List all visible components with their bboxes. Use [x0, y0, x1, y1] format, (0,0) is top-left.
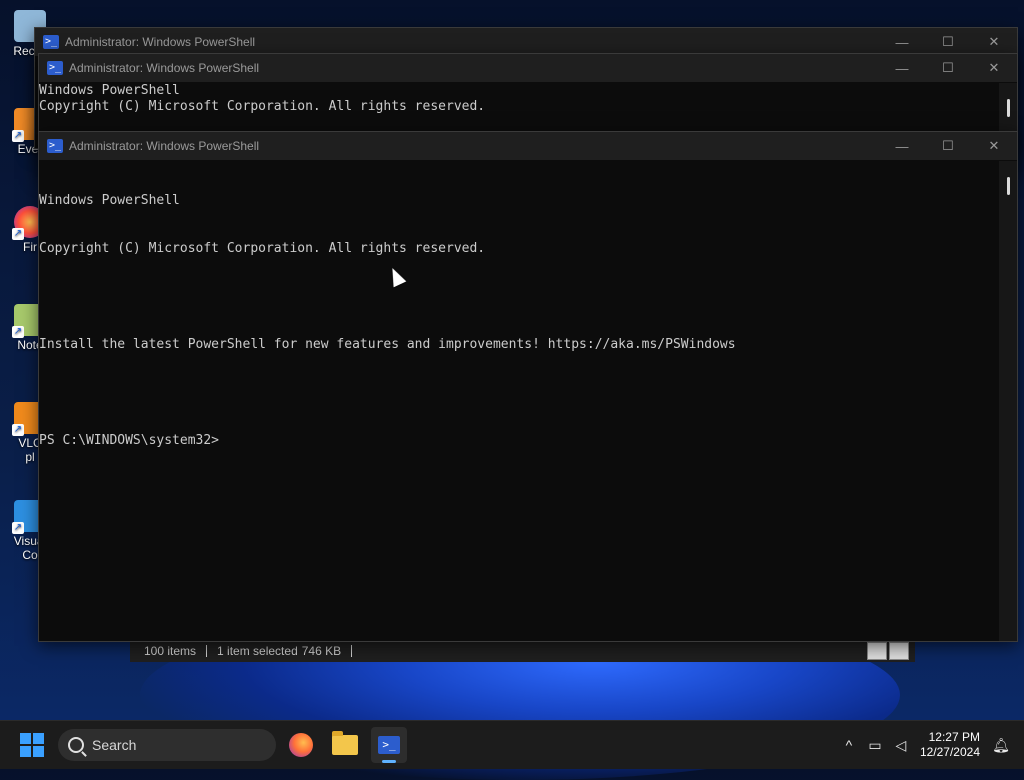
console-line: Copyright (C) Microsoft Corporation. All…: [39, 241, 486, 256]
details-view-button[interactable]: [867, 642, 887, 660]
minimize-button[interactable]: —: [879, 132, 925, 160]
scrollbar[interactable]: [999, 161, 1017, 641]
item-count: 100 items: [130, 645, 208, 657]
shortcut-arrow-icon: ↗: [12, 326, 24, 338]
search-placeholder: Search: [92, 737, 137, 753]
network-icon[interactable]: ▭: [862, 737, 888, 754]
minimize-button[interactable]: —: [879, 54, 925, 82]
close-button[interactable]: ✕: [971, 28, 1017, 56]
console-output[interactable]: Windows PowerShell Copyright (C) Microso…: [39, 161, 999, 641]
powershell-icon: >_: [43, 35, 59, 49]
maximize-button[interactable]: ☐: [925, 132, 971, 160]
scrollbar-thumb[interactable]: [1007, 177, 1010, 195]
active-indicator: [382, 760, 396, 763]
selected-count: 1 item selected: [217, 644, 298, 658]
window-title: Administrator: Windows PowerShell: [69, 139, 260, 153]
console-line: Copyright (C) Microsoft Corporation. All…: [39, 99, 486, 114]
title-bar[interactable]: >_ Administrator: Windows PowerShell — ☐…: [39, 54, 1017, 82]
powershell-window-active[interactable]: >_ Administrator: Windows PowerShell — ☐…: [38, 131, 1018, 642]
explorer-status-bar: 100 items 1 item selected 746 KB: [130, 640, 915, 662]
shortcut-arrow-icon: ↗: [12, 424, 24, 436]
volume-muted-icon[interactable]: ◁: [888, 737, 914, 754]
firefox-icon: [289, 733, 313, 757]
taskbar-app-file-explorer[interactable]: [327, 727, 363, 763]
large-icons-view-button[interactable]: [889, 642, 909, 660]
taskbar-app-powershell[interactable]: >_: [371, 727, 407, 763]
console-line: Windows PowerShell: [39, 193, 180, 208]
shortcut-arrow-icon: ↗: [12, 522, 24, 534]
close-button[interactable]: ✕: [971, 54, 1017, 82]
shortcut-arrow-icon: ↗: [12, 130, 24, 142]
powershell-icon: >_: [47, 139, 63, 153]
clock-time: 12:27 PM: [928, 730, 980, 744]
file-explorer-icon: [332, 731, 358, 755]
maximize-button[interactable]: ☐: [925, 28, 971, 56]
system-tray: ^ ▭ ◁ 12:27 PM 12/27/2024 🔔︎: [836, 721, 1024, 769]
taskbar-app-firefox[interactable]: [283, 727, 319, 763]
title-bar[interactable]: >_ Administrator: Windows PowerShell — ☐…: [39, 132, 1017, 160]
powershell-icon: >_: [47, 61, 63, 75]
search-icon: [68, 737, 84, 753]
selected-size: 746 KB: [302, 645, 353, 657]
clock-date: 12/27/2024: [919, 745, 980, 759]
window-controls: — ☐ ✕: [879, 28, 1017, 56]
powershell-icon: >_: [378, 736, 400, 754]
clock[interactable]: 12:27 PM 12/27/2024: [920, 730, 980, 760]
console-line: Install the latest PowerShell for new fe…: [39, 337, 736, 352]
console-prompt[interactable]: PS C:\WINDOWS\system32>: [39, 433, 999, 449]
title-bar[interactable]: >_ Administrator: Windows PowerShell — ☐…: [35, 28, 1017, 56]
start-button[interactable]: [20, 733, 44, 757]
close-button[interactable]: ✕: [971, 132, 1017, 160]
notification-bell-icon[interactable]: 🔔︎: [988, 737, 1014, 754]
minimize-button[interactable]: —: [879, 28, 925, 56]
console-line: Windows PowerShell: [39, 83, 180, 98]
view-toggle: [867, 642, 909, 660]
window-controls: — ☐ ✕: [879, 132, 1017, 160]
shortcut-arrow-icon: ↗: [12, 228, 24, 240]
chevron-up-icon[interactable]: ^: [836, 737, 862, 753]
window-title: Administrator: Windows PowerShell: [65, 35, 256, 49]
window-title: Administrator: Windows PowerShell: [69, 61, 260, 75]
scrollbar-thumb[interactable]: [1007, 99, 1010, 117]
maximize-button[interactable]: ☐: [925, 54, 971, 82]
taskbar: Search >_ ^ ▭ ◁ 12:27 PM 12/27/2024 🔔︎: [0, 720, 1024, 769]
window-controls: — ☐ ✕: [879, 54, 1017, 82]
taskbar-search[interactable]: Search: [58, 729, 276, 761]
